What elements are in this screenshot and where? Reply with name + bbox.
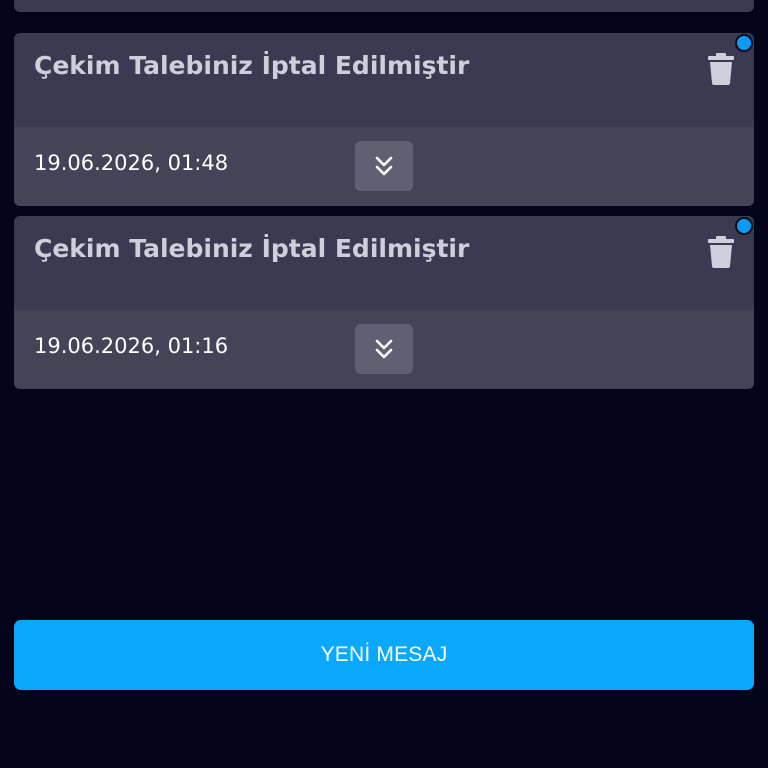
message-card-header: Çekim Talebiniz İptal Edilmiştir (14, 33, 754, 127)
trash-icon[interactable] (708, 53, 734, 85)
message-title: Çekim Talebiniz İptal Edilmiştir (34, 51, 470, 80)
chevron-double-down-icon (375, 156, 393, 176)
message-card[interactable]: Çekim Talebiniz İptal Edilmiştir 19.06.2… (14, 33, 754, 206)
trash-icon[interactable] (708, 236, 734, 268)
unread-indicator (735, 34, 753, 52)
message-list-page: Çekim Talebiniz İptal Edilmiştir 19.06.2… (0, 0, 768, 768)
message-title: Çekim Talebiniz İptal Edilmiştir (34, 234, 470, 263)
chevron-double-down-icon (375, 339, 393, 359)
message-card-partial[interactable] (14, 0, 754, 12)
expand-message-button[interactable] (355, 141, 413, 191)
unread-indicator (735, 217, 753, 235)
message-date: 19.06.2026, 01:48 (34, 151, 229, 175)
message-card[interactable]: Çekim Talebiniz İptal Edilmiştir 19.06.2… (14, 216, 754, 389)
message-card-footer: 19.06.2026, 01:48 (14, 127, 754, 206)
new-message-button[interactable]: YENİ MESAJ (14, 620, 754, 690)
message-card-header: Çekim Talebiniz İptal Edilmiştir (14, 216, 754, 310)
expand-message-button[interactable] (355, 324, 413, 374)
message-date: 19.06.2026, 01:16 (34, 334, 229, 358)
message-card-footer: 19.06.2026, 01:16 (14, 310, 754, 389)
